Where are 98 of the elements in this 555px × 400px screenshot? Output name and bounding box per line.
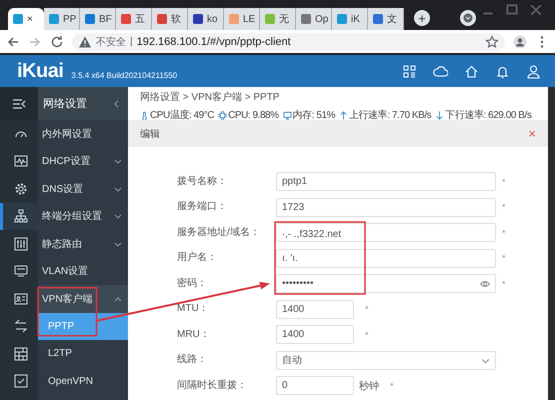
input-field[interactable]: 1400 — [276, 325, 354, 344]
new-tab-button[interactable]: + — [414, 10, 430, 26]
back-icon[interactable] — [6, 34, 20, 48]
field-label: 线路： — [177, 354, 207, 366]
browser-tab[interactable]: LE — [224, 8, 260, 30]
network-icon — [14, 209, 28, 224]
field-label: 服务器地址/域名： — [177, 226, 260, 238]
browser-tab[interactable]: 五 — [116, 8, 152, 30]
sliders-icon — [14, 236, 28, 251]
monitor-icon — [282, 110, 292, 120]
sidebar-item[interactable]: OpenVPN — [38, 368, 128, 395]
field-label: 拨号名称： — [177, 176, 227, 188]
star-icon[interactable] — [485, 34, 499, 48]
close-icon[interactable] — [529, 3, 543, 17]
gear-icon — [14, 182, 28, 196]
reload-icon[interactable] — [50, 34, 64, 48]
input-field[interactable]: 1723 — [276, 198, 496, 216]
swap-arrows-icon — [14, 319, 28, 334]
browser-tab[interactable]: × — [8, 8, 44, 30]
unit-label: 秒钟 — [359, 380, 379, 392]
chip-icon — [218, 110, 228, 120]
cloud-icon[interactable] — [433, 64, 448, 78]
stat-text: CPU温度: 49°C — [150, 108, 214, 122]
browser-tab[interactable]: 软 — [152, 8, 188, 30]
chevron-icon — [114, 184, 122, 193]
breadcrumb: 网络设置 > VPN客户端 > PPTP — [140, 90, 280, 104]
rail-item[interactable] — [0, 202, 38, 230]
browser-tab[interactable]: ko — [188, 8, 224, 30]
input-field[interactable]: pptp1 — [276, 172, 496, 191]
url-text: 192.168.100.1/#/vpn/pptp-client — [136, 36, 291, 48]
input-field[interactable]: 0 — [276, 376, 354, 395]
security-label: 不安全 — [96, 36, 126, 48]
browser-tab[interactable]: 文 — [368, 8, 404, 30]
required-mark: * — [502, 278, 507, 288]
browser-tab[interactable]: PP — [44, 8, 80, 30]
sidebar-title: 网络设置 — [43, 97, 87, 111]
separator: | — [130, 36, 133, 47]
field-label: MRU： — [177, 328, 210, 340]
close-icon[interactable]: × — [27, 14, 33, 24]
id-card-icon — [14, 292, 28, 306]
avatar-icon[interactable] — [513, 34, 527, 48]
warning-icon — [78, 34, 92, 48]
field-label: MTU： — [177, 303, 209, 315]
version-text: 3.5.4 x64 Build202104211550 — [71, 70, 178, 80]
required-mark: * — [365, 304, 369, 314]
chevron-icon — [114, 212, 122, 220]
required-mark: * — [502, 253, 507, 263]
select-field[interactable]: 自动 — [276, 350, 496, 370]
sidebar-item[interactable]: 静态路由 — [38, 230, 128, 258]
menu-icon[interactable] — [12, 96, 26, 110]
browser-tab[interactable]: BF — [80, 8, 116, 30]
sidebar-item[interactable]: VPN客户端 — [38, 285, 128, 312]
checklist-icon — [14, 374, 28, 388]
field-label: 间隔时长重拨： — [177, 380, 247, 392]
sidebar-item[interactable]: DHCP设置 — [38, 148, 128, 175]
screen-icon — [14, 264, 28, 278]
grid-icon — [14, 346, 28, 361]
required-mark: * — [502, 202, 507, 212]
stat-text: CPU: 9.88% — [228, 110, 279, 120]
down-arrow-icon — [435, 110, 444, 120]
required-mark: * — [390, 380, 394, 390]
browser-tab[interactable]: Op — [296, 8, 332, 30]
required-mark: * — [365, 330, 369, 340]
dialog-title: 编辑 — [140, 128, 160, 140]
sidebar-item[interactable]: VLAN设置 — [38, 258, 128, 285]
sidebar-item[interactable]: L2TP — [38, 340, 128, 368]
home-icon[interactable] — [464, 64, 479, 78]
up-arrow-icon — [339, 110, 348, 120]
maximize-icon[interactable] — [505, 3, 519, 17]
chevron-icon — [114, 157, 122, 166]
stat-text: 内存: 51% — [292, 108, 336, 122]
field-label: 服务端口： — [177, 201, 227, 213]
logo: iKuai — [17, 60, 64, 82]
user-icon[interactable] — [526, 64, 541, 78]
thermometer-icon — [140, 110, 149, 120]
sidebar-item[interactable]: 终端分组设置 — [38, 202, 128, 230]
collapse-icon[interactable] — [112, 100, 120, 108]
eye-icon[interactable] — [480, 278, 490, 288]
browser-tab[interactable]: iK — [332, 8, 368, 30]
profile-icon[interactable] — [460, 10, 476, 26]
input-field[interactable]: 1400 — [276, 300, 354, 318]
sidebar-item[interactable]: 内外网设置 — [38, 120, 128, 148]
address-bar[interactable]: 不安全 | 192.168.100.1/#/vpn/pptp-client — [72, 32, 505, 50]
stat-text: 上行速率: 7.70 KB/s — [349, 108, 432, 122]
browser-tab[interactable]: 无 — [260, 8, 296, 30]
sidebar-item[interactable]: DNS设置 — [38, 175, 128, 202]
input-field[interactable]: ‧,- .,f3322.net — [276, 223, 496, 242]
input-field[interactable]: ı. 'ı. — [276, 248, 496, 268]
stat-text: 下行速率: 629.00 B/s — [445, 108, 532, 122]
required-mark: * — [502, 228, 507, 238]
chevron-icon — [114, 240, 122, 248]
field-label: 密码： — [177, 278, 207, 290]
apps-icon[interactable] — [402, 64, 417, 78]
field-label: 用户名： — [177, 252, 217, 264]
required-mark: * — [502, 176, 507, 186]
password-field[interactable]: ••••••••• — [276, 274, 496, 293]
chevron-icon — [114, 294, 122, 303]
monitor-icon — [14, 154, 28, 168]
